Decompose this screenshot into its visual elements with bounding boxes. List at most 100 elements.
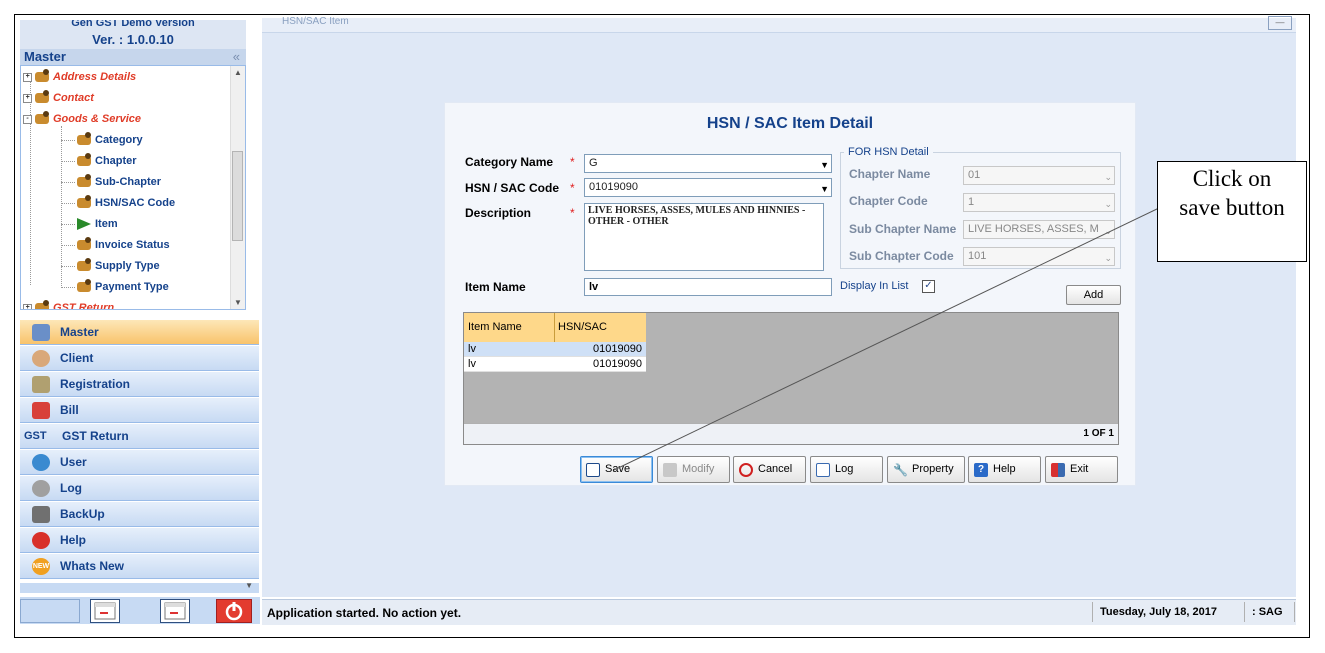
item-name-input[interactable]: lv [584,278,832,296]
collapse-node-icon[interactable]: - [23,114,32,124]
client-icon [32,350,50,367]
items-grid: Item Name HSN/SAC lv 01019090 lv 0101909… [463,312,1119,445]
tree-item-label: Contact [53,92,94,104]
nav-master[interactable]: Master [20,320,259,345]
registration-icon [32,376,50,393]
expand-icon[interactable]: + [23,93,32,103]
column-header-hsn-sac[interactable]: HSN/SAC [558,321,607,333]
hsn-sac-value: 01019090 [589,181,638,193]
tree-item-goods-service[interactable]: - Goods & Service [23,110,141,128]
log-icon [32,480,50,497]
gear-folder-icon [35,300,49,309]
tree-item-label: Sub-Chapter [95,176,161,188]
description-textarea[interactable]: LIVE HORSES, ASSES, MULES AND HINNIES - … [584,203,824,271]
nav-label: Master [60,325,99,339]
description-label: Description [465,206,532,220]
window-cascade-icon [164,602,186,620]
gear-folder-icon [35,90,49,104]
callout-line-1: Click on [1192,166,1272,191]
nav-user[interactable]: User [20,450,259,475]
exit-label: Exit [1070,463,1089,475]
instruction-callout: Click on save button [1157,161,1307,262]
tree-item-label: HSN/SAC Code [95,197,176,209]
power-icon [225,602,243,621]
window-tile-button[interactable] [90,599,120,623]
window-cascade-button[interactable] [160,599,190,623]
cancel-button[interactable]: Cancel [733,456,806,483]
module-nav: Master Client Registration Bill GST GST … [20,320,259,580]
nav-whats-new[interactable]: NEW Whats New [20,554,259,579]
tree-item-supply-type[interactable]: Supply Type [61,257,160,275]
taskbar-blank-button[interactable] [20,599,80,623]
gear-icon [77,195,91,209]
display-in-list-checkbox[interactable]: ✓ [922,280,935,293]
page-indicator: 1 OF 1 [1083,428,1114,439]
tree-item-label: Chapter [95,155,137,167]
nav-bill[interactable]: Bill [20,398,259,423]
nav-help[interactable]: Help [20,528,259,553]
modify-button: Modify [657,456,730,483]
tree-item-label: Payment Type [95,281,169,293]
nav-scroll-down-icon[interactable]: ▼ [245,581,253,590]
sub-chapter-code-label: Sub Chapter Code [849,249,954,263]
log-button[interactable]: Log [810,456,883,483]
tree-item-payment-type[interactable]: Payment Type [61,278,169,296]
nav-client[interactable]: Client [20,346,259,371]
add-button[interactable]: Add [1066,285,1121,305]
required-marker: * [570,181,575,195]
version-box: Gen GST Demo Version Ver. : 1.0.0.10 [20,20,246,52]
status-bar: Application started. No action yet. Tues… [262,599,1296,625]
tree-item-chapter[interactable]: Chapter [61,152,137,170]
property-button[interactable]: 🔧 Property [887,456,965,483]
column-header-item-name[interactable]: Item Name [468,321,522,333]
tab-hsn-sac-item[interactable]: HSN/SAC Item [282,16,349,27]
sub-chapter-name-select: LIVE HORSES, ASSES, M ⌄ [963,220,1115,239]
tree-item-invoice-status[interactable]: Invoice Status [61,236,170,254]
dropdown-arrow-icon: ⌄ [1104,199,1112,209]
category-select[interactable]: G ▼ [584,154,832,173]
scroll-up-icon[interactable]: ▲ [234,68,242,77]
table-row[interactable]: lv 01019090 [464,342,646,357]
table-row[interactable]: lv 01019090 [464,357,646,372]
save-button[interactable]: Save [580,456,653,483]
minimize-icon[interactable]: — [1268,16,1292,30]
tree-item-sub-chapter[interactable]: Sub-Chapter [61,173,161,191]
tree-item-address-details[interactable]: + Address Details [23,68,136,86]
nav-gst-return[interactable]: GST GST Return [20,424,259,449]
hsn-sac-select[interactable]: 01019090 ▼ [584,178,832,197]
edit-icon [663,463,677,477]
tree-item-item[interactable]: Item [61,215,118,233]
dropdown-arrow-icon[interactable]: ▼ [820,157,829,174]
expand-icon[interactable]: + [23,72,32,82]
nav-label: Bill [60,403,79,417]
collapse-icon[interactable]: « [233,49,240,65]
nav-backup[interactable]: BackUp [20,502,259,527]
expand-icon[interactable]: + [23,303,32,309]
help-label: Help [993,463,1016,475]
document-icon [816,463,830,477]
tree-item-gst-return[interactable]: + GST Return [23,299,114,309]
tree-item-category[interactable]: Category [61,131,143,149]
cancel-icon [739,463,753,477]
document-tab-bar: HSN/SAC Item — [262,16,1296,33]
display-in-list-label: Display In List [840,280,909,292]
exit-button[interactable]: Exit [1045,456,1118,483]
category-value: G [589,157,598,169]
cell-hsn-sac: 01019090 [593,343,642,355]
power-button[interactable] [216,599,252,623]
tree-item-contact[interactable]: + Contact [23,89,94,107]
nav-registration[interactable]: Registration [20,372,259,397]
tree-scrollbar[interactable]: ▲ ▼ [230,66,245,309]
nav-overflow[interactable]: ▼ [20,581,259,593]
master-icon [32,324,50,341]
dropdown-arrow-icon: ⌄ [1104,226,1112,236]
scroll-thumb[interactable] [232,151,243,241]
help-button[interactable]: ? Help [968,456,1041,483]
grid-header: Item Name HSN/SAC [464,313,646,343]
scroll-down-icon[interactable]: ▼ [234,298,242,307]
tree-item-hsn-sac-code[interactable]: HSN/SAC Code [61,194,176,212]
grid-pager: 1 OF 1 [464,423,1118,444]
nav-label: Log [60,481,82,495]
dropdown-arrow-icon[interactable]: ▼ [820,181,829,198]
nav-log[interactable]: Log [20,476,259,501]
